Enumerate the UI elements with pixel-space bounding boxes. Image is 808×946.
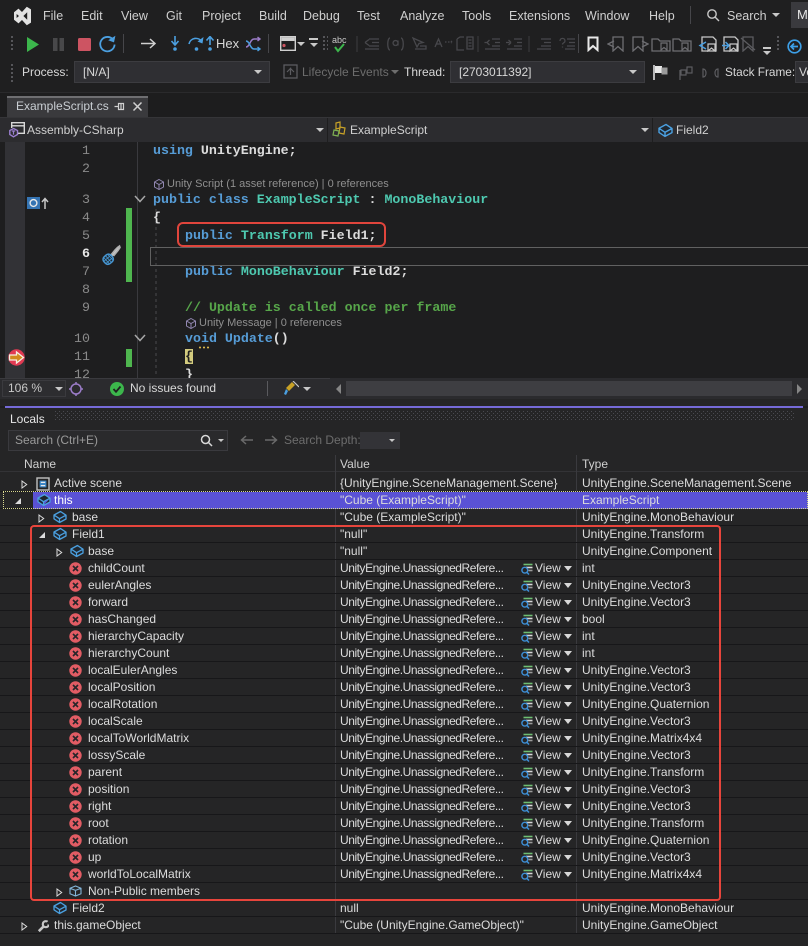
svg-text:abc: abc: [332, 35, 347, 45]
